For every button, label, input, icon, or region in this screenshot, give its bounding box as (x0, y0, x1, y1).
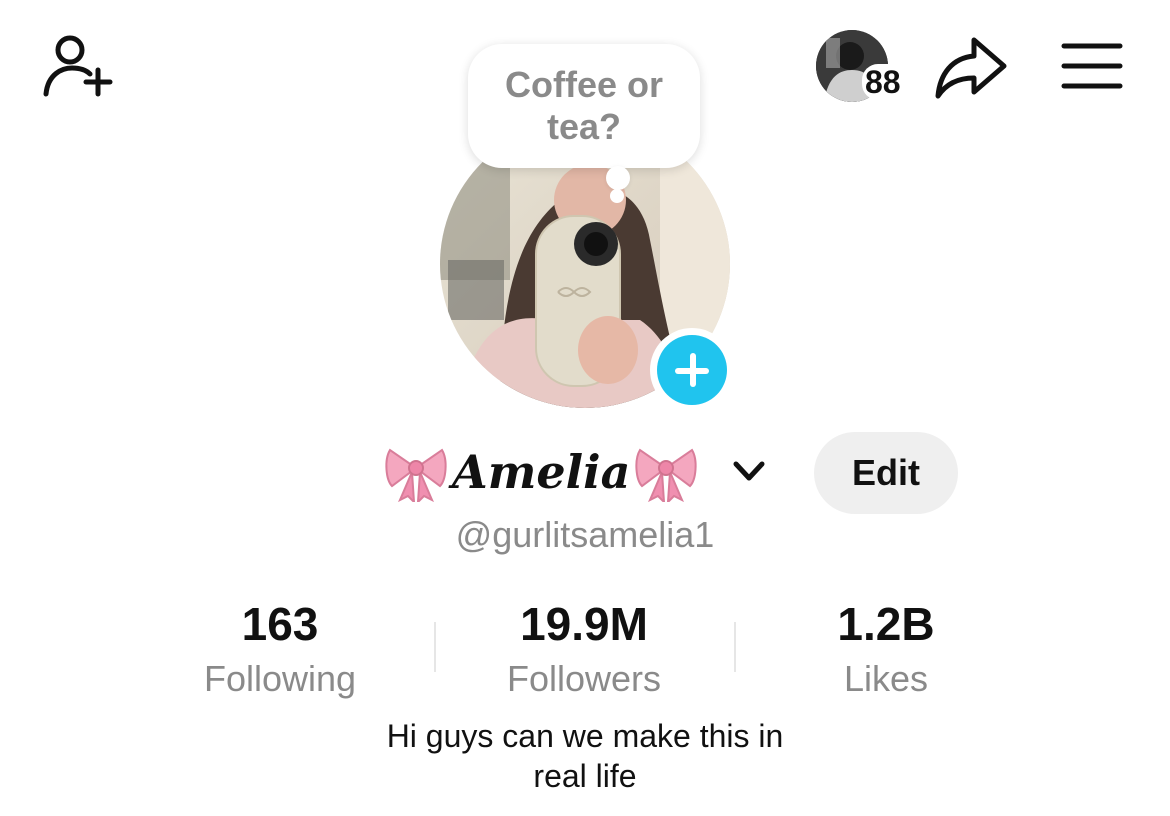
stat-value: 1.2B (837, 598, 935, 650)
stat-likes[interactable]: 1.2B Likes (736, 596, 1036, 704)
bio-text: Hi guys can we make this in real life (386, 718, 784, 794)
pink-bow-icon (385, 448, 447, 502)
note-text: Coffee or tea? (504, 64, 663, 147)
note-bubble-tail (606, 166, 630, 190)
edit-profile-button[interactable]: Edit (814, 432, 958, 514)
stat-value: 19.9M (520, 598, 648, 650)
plus-icon (657, 335, 727, 405)
share-icon[interactable] (934, 34, 1008, 100)
note-bubble[interactable]: Coffee or tea? (468, 44, 700, 168)
display-name-row[interactable]: Amelia (384, 440, 698, 504)
stat-label: Following (203, 658, 357, 699)
chevron-down-icon[interactable] (730, 456, 768, 488)
stat-following[interactable]: 163 Following (130, 596, 430, 704)
pink-bow-icon (635, 448, 697, 502)
menu-icon[interactable] (1060, 40, 1124, 92)
username: @gurlitsamelia1 (455, 514, 715, 555)
stat-value: 163 (241, 598, 319, 650)
stat-followers[interactable]: 19.9M Followers (434, 596, 734, 704)
friends-count: 88 (862, 64, 904, 100)
note-bubble-tail-dot (610, 189, 624, 203)
add-story-button[interactable] (650, 328, 734, 412)
add-friend-icon[interactable] (40, 32, 116, 100)
display-name: Amelia (452, 445, 631, 499)
stat-label: Likes (843, 658, 929, 699)
stat-label: Followers (506, 658, 662, 699)
